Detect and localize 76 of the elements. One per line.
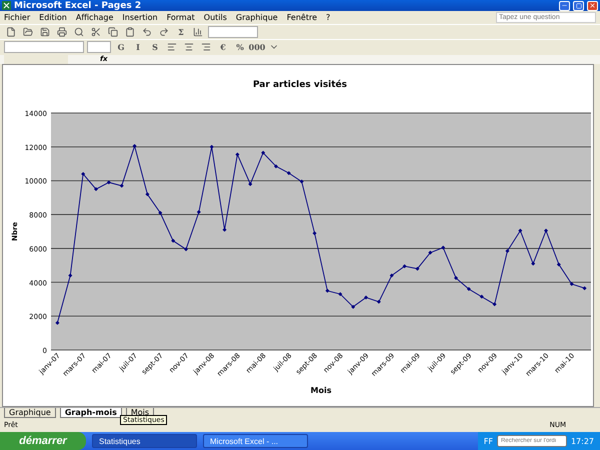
data-point xyxy=(454,276,458,280)
menu-item[interactable]: Outils xyxy=(204,13,227,22)
data-point xyxy=(171,238,176,243)
data-point xyxy=(441,246,446,250)
menu-item[interactable]: Fichier xyxy=(4,13,30,22)
data-point xyxy=(390,274,394,278)
data-point xyxy=(364,296,368,300)
spreadsheet-icon xyxy=(2,1,11,10)
data-point xyxy=(492,302,497,306)
printer-icon[interactable] xyxy=(55,25,69,40)
menu-item[interactable]: ? xyxy=(326,13,330,22)
menu-item[interactable]: Fenêtre xyxy=(286,13,317,22)
maximize-button[interactable] xyxy=(573,0,584,11)
menu-item[interactable]: Format xyxy=(166,13,195,22)
data-point xyxy=(325,288,330,293)
sheet-tab[interactable]: Graph-mois xyxy=(60,408,122,418)
data-point xyxy=(158,211,162,215)
data-point xyxy=(248,182,252,186)
data-point xyxy=(505,249,510,254)
data-point xyxy=(376,300,381,304)
menu-item[interactable]: Insertion xyxy=(122,13,158,22)
data-point xyxy=(55,321,60,326)
data-point xyxy=(415,266,420,271)
number-format-button[interactable]: 000 xyxy=(250,40,264,54)
sum-button[interactable]: Σ xyxy=(174,25,188,40)
sheet-tab[interactable]: Graphique xyxy=(4,408,56,418)
data-point xyxy=(351,304,356,309)
taskbar-button[interactable]: Statistiques xyxy=(92,434,197,448)
data-point xyxy=(531,262,536,266)
axis-title: Mois xyxy=(310,386,332,396)
window-title: Microsoft Excel - Pages 2 xyxy=(14,0,142,11)
minimize-button[interactable] xyxy=(559,0,570,11)
data-point xyxy=(106,180,111,185)
chart-title: Par articles visités xyxy=(252,80,348,90)
data-point xyxy=(222,228,227,232)
data-point xyxy=(132,144,137,148)
data-point xyxy=(338,292,342,296)
close-button[interactable] xyxy=(587,0,598,11)
start-button[interactable]: démarrer xyxy=(0,432,86,450)
data-point xyxy=(286,171,291,176)
data-point xyxy=(582,286,587,290)
menu-item[interactable]: Edition xyxy=(39,13,67,22)
close-icon xyxy=(589,2,596,10)
menu-item[interactable]: Affichage xyxy=(76,13,114,22)
taskbar-button[interactable]: Microsoft Excel - ... xyxy=(203,434,308,448)
data-point xyxy=(68,274,72,278)
data-point xyxy=(300,180,304,184)
copy-icon[interactable] xyxy=(106,25,120,40)
number-format-button[interactable]: % xyxy=(233,40,247,54)
data-point xyxy=(81,172,86,176)
data-point xyxy=(235,152,240,157)
data-point xyxy=(544,228,548,233)
number-format-button[interactable]: € xyxy=(216,40,230,54)
data-point xyxy=(261,150,266,155)
data-point xyxy=(466,287,471,292)
data-point xyxy=(480,294,484,299)
data-point xyxy=(145,192,150,196)
data-point xyxy=(312,231,317,236)
data-point xyxy=(196,210,201,214)
language-indicator: FF xyxy=(484,436,493,446)
data-point xyxy=(556,262,561,267)
data-point xyxy=(184,247,188,252)
maximize-icon xyxy=(576,2,582,9)
data-point xyxy=(428,250,432,255)
format-button[interactable]: S xyxy=(148,40,162,54)
data-point xyxy=(518,228,522,233)
clock: 17:27 xyxy=(570,436,594,446)
data-point xyxy=(402,264,407,268)
data-point xyxy=(210,144,214,149)
format-button[interactable]: G xyxy=(114,40,128,54)
data-point xyxy=(120,184,124,188)
data-point xyxy=(570,282,574,286)
data-point xyxy=(274,164,278,168)
format-button[interactable]: I xyxy=(131,40,145,54)
data-point xyxy=(94,187,98,192)
menu-item[interactable]: Graphique xyxy=(236,13,278,22)
